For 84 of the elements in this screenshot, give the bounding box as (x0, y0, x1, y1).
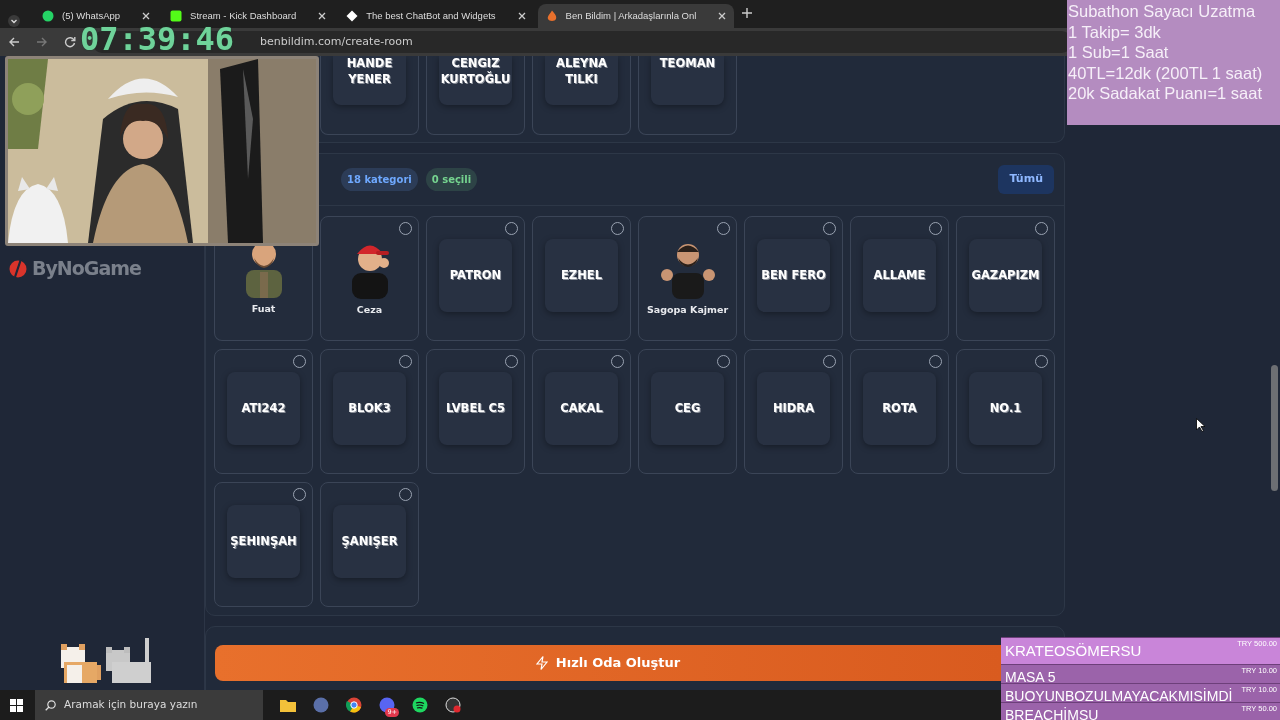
search-field[interactable]: Aramak için buraya yazın (35, 690, 263, 720)
count-badge: 18 kategori (341, 168, 418, 191)
count-badge: 0 seçili (425, 168, 478, 191)
artist-card[interactable]: BEN FERO (744, 216, 843, 341)
overlay-text: 1 Sub=1 Saat (1068, 42, 1170, 63)
square-icon (170, 10, 183, 22)
artist-name: ALLAME (863, 239, 936, 312)
close-icon[interactable] (517, 12, 526, 20)
reload-icon[interactable] (64, 36, 76, 48)
forward-icon[interactable] (36, 36, 48, 48)
artist-name: EZHEL (545, 239, 618, 312)
artist-card[interactable]: PATRON (426, 216, 525, 341)
artist-name: ŞANIŞER (333, 505, 406, 578)
artist-name: BLOK3 (333, 372, 406, 445)
folder-icon[interactable] (279, 698, 296, 712)
donor-name: BUOYUNBOZULMAYACAKMISİMDİ (1005, 687, 1233, 705)
pointer-icon (1196, 417, 1206, 432)
overlay-text: Subathon Sayacı Uzatma (1068, 1, 1257, 22)
artist-name: TEOMAN (651, 56, 724, 105)
artist-name: ALEYNA TILKI (545, 56, 618, 105)
artist-card[interactable]: ŞANIŞER (320, 482, 419, 607)
artist-card[interactable]: BLOK3 (320, 349, 419, 474)
artist-card[interactable]: NO.1 (956, 349, 1055, 474)
artist-card[interactable]: ŞEHINŞAH (214, 482, 313, 607)
artist-card[interactable]: Sagopa Kajmer (638, 216, 737, 341)
donor-name: KRATEOSÖMERSU (1005, 641, 1142, 661)
close-icon[interactable] (318, 12, 327, 20)
donor-name: BREACHİMSU (1005, 706, 1099, 720)
windows-icon[interactable] (10, 698, 23, 712)
artist-name: HIDRA (757, 372, 830, 445)
artist-name: ROTA (863, 372, 936, 445)
music-icon[interactable] (411, 697, 428, 713)
artist-name: Sagopa Kajmer (646, 305, 729, 316)
flame-icon (545, 10, 558, 22)
artist-card[interactable]: ALEYNA TILKI (532, 56, 631, 135)
browser-tab[interactable]: Ben Bildim | Arkadaşlarınla Onl (537, 4, 735, 28)
browser-tab[interactable]: The best ChatBot and Widgets (338, 4, 534, 28)
disc-icon[interactable] (312, 697, 329, 713)
artist-name: NO.1 (969, 372, 1042, 445)
artist-card[interactable]: Fuat (214, 246, 313, 341)
artist-name: Ceza (356, 305, 383, 316)
logo-text: ByNoGame (32, 256, 141, 281)
overlay-text: 40TL=12dk (200TL 1 saat) (1068, 62, 1264, 83)
tab-list-icon[interactable] (8, 14, 20, 27)
artist-name: CEG (651, 372, 724, 445)
logo-icon (8, 258, 28, 279)
artist-card[interactable]: EZHEL (532, 216, 631, 341)
artist-card[interactable]: ALLAME (850, 216, 949, 341)
artist-name: CAKAL (545, 372, 618, 445)
artist-card[interactable]: CEG (638, 349, 737, 474)
artist-card[interactable]: Ceza (320, 216, 419, 341)
diamond-icon (346, 10, 359, 22)
artist-card[interactable]: TEOMAN (638, 56, 737, 135)
artist-name: HANDE YENER (333, 56, 406, 105)
artist-name: ATI242 (227, 372, 300, 445)
address-field[interactable]: benbildim.com/create-room (260, 33, 413, 51)
overlay-text: 20k Sadakat Puanı=1 saat (1068, 83, 1264, 104)
artist-card[interactable]: LVBEL C5 (426, 349, 525, 474)
close-icon[interactable] (718, 12, 727, 20)
artist-name: Fuat (251, 304, 276, 315)
artist-card[interactable]: GAZAPIZM (956, 216, 1055, 341)
artist-card[interactable]: ROTA (850, 349, 949, 474)
all-button[interactable]: Tümü (998, 165, 1054, 194)
artist-name: ŞEHINŞAH (227, 505, 300, 578)
artist-card[interactable]: ATI242 (214, 349, 313, 474)
artist-card[interactable]: HANDE YENER (320, 56, 419, 135)
browser-icon[interactable] (345, 697, 362, 713)
close-icon[interactable] (142, 12, 151, 20)
search-icon (45, 699, 56, 711)
artist-card[interactable]: CAKAL (532, 349, 631, 474)
lightning-icon (535, 656, 548, 670)
artist-name: GAZAPIZM (969, 239, 1042, 312)
artist-name: LVBEL C5 (439, 372, 512, 445)
scrollbar-thumb[interactable] (1271, 365, 1278, 491)
artist-name: CENGIZ KURTOĞLU (439, 56, 512, 105)
donor-name: MASA 5 (1005, 668, 1056, 686)
artist-card[interactable]: CENGIZ KURTOĞLU (426, 56, 525, 135)
artist-name: PATRON (439, 239, 512, 312)
back-icon[interactable] (8, 36, 20, 48)
artist-card[interactable]: HIDRA (744, 349, 843, 474)
record-icon[interactable] (444, 697, 461, 713)
overlay-text: 1 Takip= 3dk (1068, 21, 1162, 42)
new-tab-icon[interactable] (742, 7, 753, 18)
artist-name: BEN FERO (757, 239, 830, 312)
